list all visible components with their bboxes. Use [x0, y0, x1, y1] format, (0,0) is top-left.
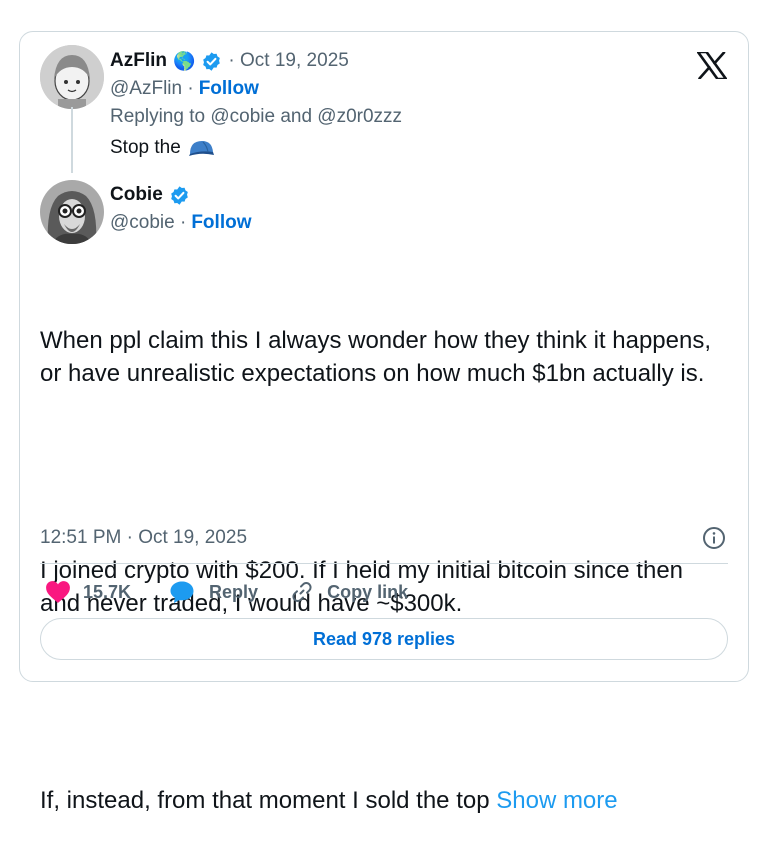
heart-icon: [46, 581, 70, 603]
globe-emoji: 🌎: [173, 51, 196, 71]
tweet-body: When ppl claim this I always wonder how …: [40, 258, 720, 850]
tweet-paragraph: When ppl claim this I always wonder how …: [40, 327, 718, 387]
handle[interactable]: @AzFlin ·: [110, 78, 194, 100]
tweet-date[interactable]: · Oct 19, 2025: [228, 50, 348, 72]
read-replies-button[interactable]: Read 978 replies: [40, 618, 728, 660]
tweet-paragraph: If, instead, from that moment I sold the…: [40, 784, 720, 817]
main-tweet-header: Cobie: [110, 183, 190, 207]
tweet-timestamp[interactable]: 12:51 PM · Oct 19, 2025: [40, 526, 247, 550]
show-more-link[interactable]: Show more: [496, 787, 617, 814]
reply-button[interactable]: Reply: [169, 580, 258, 604]
info-icon[interactable]: [702, 526, 726, 550]
tweet-paragraph-text: If, instead, from that moment I sold the…: [40, 787, 497, 814]
divider: [40, 563, 728, 564]
link-icon: [292, 582, 312, 602]
x-logo-icon[interactable]: [697, 52, 727, 79]
reply-label: Reply: [209, 581, 259, 602]
thread-connector-line: [71, 107, 73, 173]
blue-cap-emoji: [188, 141, 214, 156]
reply-handle-row: @AzFlin · Follow: [110, 77, 259, 101]
handle[interactable]: @cobie ·: [110, 212, 186, 234]
read-replies-label: Read 978 replies: [312, 628, 456, 649]
display-name[interactable]: Cobie: [110, 184, 163, 206]
avatar-cobie[interactable]: [40, 180, 104, 244]
copy-link-button[interactable]: Copy link: [290, 580, 408, 604]
verified-badge-icon: [170, 185, 188, 205]
reply-tweet-header: AzFlin 🌎 · Oct 19, 2025: [110, 49, 349, 73]
avatar-azflin[interactable]: [40, 45, 104, 109]
reply-text: Stop the: [110, 136, 217, 160]
verified-badge-icon: [203, 51, 221, 71]
display-name[interactable]: AzFlin: [110, 50, 167, 72]
main-handle-row: @cobie · Follow: [110, 211, 251, 235]
reply-bubble-icon: [170, 581, 194, 603]
follow-button[interactable]: Follow: [191, 212, 251, 234]
follow-button[interactable]: Follow: [199, 78, 259, 100]
like-button[interactable]: 15.7K: [45, 580, 131, 604]
action-bar: 15.7K Reply Copy link: [45, 579, 408, 605]
replying-to-text: Replying to @cobie and @z0r0zzz: [110, 106, 403, 127]
like-count: 15.7K: [83, 581, 132, 602]
copy-link-label: Copy link: [327, 581, 409, 602]
reply-body: Stop the: [110, 137, 181, 158]
